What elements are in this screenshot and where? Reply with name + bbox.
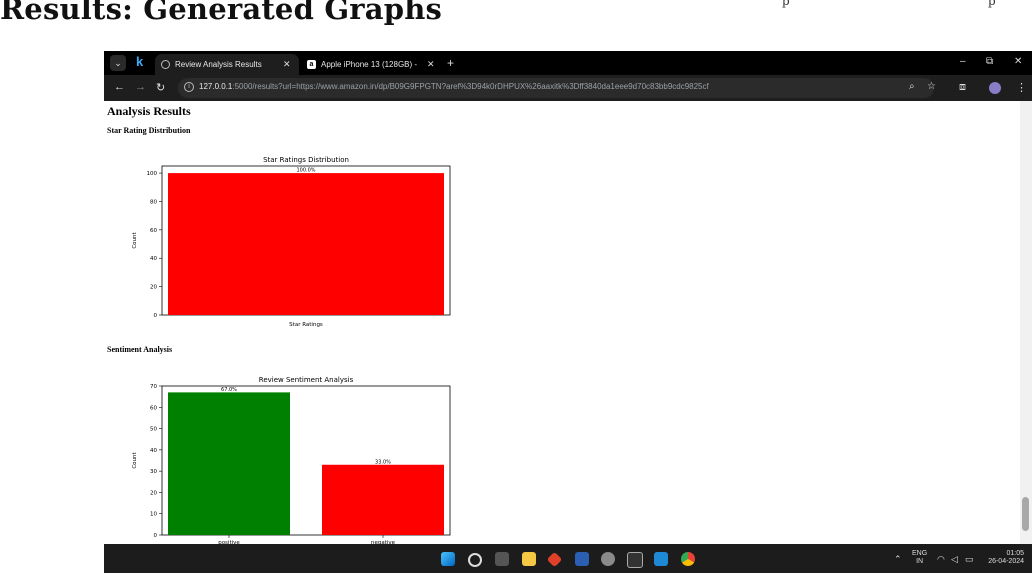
globe-icon <box>161 60 170 69</box>
extensions-icon[interactable]: ⧈ <box>959 81 966 94</box>
tab-amazon-product[interactable]: a Apple iPhone 13 (128GB) - Pinl ✕ <box>301 54 441 75</box>
new-tab-button[interactable]: + <box>447 55 454 71</box>
clock[interactable]: 01:05 26-04-2024 <box>984 550 1024 566</box>
sentiment-chart: Review Sentiment Analysis 0 10 20 30 40 50 60 70… <box>132 376 451 544</box>
slide-text-fragment: p <box>782 0 790 8</box>
tab-review-analysis[interactable]: Review Analysis Results ✕ <box>155 54 299 75</box>
browser-toolbar: ← → ↻ i 127.0.0.1:5000/results?url=https… <box>104 75 1032 101</box>
close-tab-icon[interactable]: ✕ <box>283 54 291 75</box>
word-icon[interactable] <box>575 552 589 566</box>
data-label: 100.0% <box>296 168 315 174</box>
menu-icon[interactable]: ⋮ <box>1016 81 1027 94</box>
y-tick-label: 0 <box>154 313 158 319</box>
y-tick-label: 20 <box>150 490 157 496</box>
slide-title: Results: Generated Graphs <box>0 0 443 26</box>
app-logo-icon: k <box>136 54 144 69</box>
language-indicator[interactable]: ENG IN <box>912 550 927 566</box>
restore-icon[interactable]: ⧉ <box>986 56 993 67</box>
close-window-icon[interactable]: ✕ <box>1014 56 1022 67</box>
browser-window: ⌄ k Review Analysis Results ✕ a Apple iP… <box>104 51 1032 573</box>
y-axis-label: Count <box>132 451 138 468</box>
y-tick-label: 30 <box>150 469 157 475</box>
volume-icon[interactable]: ◁ <box>951 554 958 565</box>
y-tick-label: 0 <box>154 533 158 539</box>
y-tick-label: 60 <box>150 228 157 234</box>
chart-title: Star Ratings Distribution <box>263 156 349 164</box>
chart-title: Review Sentiment Analysis <box>259 376 354 384</box>
address-bar[interactable]: i 127.0.0.1:5000/results?url=https://www… <box>178 78 936 98</box>
y-tick-label: 80 <box>150 199 157 205</box>
tab-bar: ⌄ k Review Analysis Results ✕ a Apple iP… <box>104 51 1032 75</box>
bar <box>322 464 444 535</box>
tab-search-icon[interactable]: ⌄ <box>110 55 126 71</box>
y-tick-label: 20 <box>150 285 157 291</box>
settings-gear-icon[interactable] <box>601 552 615 566</box>
windows-start-icon[interactable] <box>441 552 455 566</box>
close-tab-icon[interactable]: ✕ <box>427 54 435 75</box>
scroll-thumb[interactable] <box>1022 497 1029 531</box>
chrome-icon[interactable] <box>681 552 695 566</box>
vscode-icon[interactable] <box>654 552 668 566</box>
wifi-icon[interactable]: ◠ <box>937 554 945 565</box>
section-title-star-rating: Star Rating Distribution <box>107 126 191 135</box>
minimize-icon[interactable]: – <box>960 56 966 67</box>
vertical-scrollbar[interactable] <box>1020 101 1032 544</box>
bookmark-star-icon[interactable]: ☆ <box>927 81 936 92</box>
task-view-icon[interactable] <box>495 552 509 566</box>
site-info-icon[interactable]: i <box>184 82 194 92</box>
tab-label: Review Analysis Results <box>175 60 262 69</box>
zoom-icon[interactable]: ⌕ <box>909 81 915 92</box>
forward-icon[interactable]: → <box>135 81 146 93</box>
battery-icon[interactable]: ▭ <box>965 554 974 565</box>
y-tick-label: 60 <box>150 405 157 411</box>
bar <box>168 173 444 315</box>
y-tick-label: 40 <box>150 256 157 262</box>
data-label: 67.0% <box>221 387 237 393</box>
back-icon[interactable]: ← <box>114 81 125 93</box>
search-icon[interactable] <box>468 553 482 567</box>
tab-label: Apple iPhone 13 (128GB) - Pinl <box>321 60 419 69</box>
url-text: 127.0.0.1:5000/results?url=https://www.a… <box>199 82 709 91</box>
y-tick-label: 50 <box>150 427 157 433</box>
section-title-sentiment: Sentiment Analysis <box>107 345 173 354</box>
y-axis-label: Count <box>132 231 138 248</box>
data-label: 33.0% <box>375 459 391 465</box>
page-content: Analysis Results Star Rating Distributio… <box>104 101 1020 544</box>
x-axis-label: Star Ratings <box>289 322 323 328</box>
page-title: Analysis Results <box>107 104 191 118</box>
windows-taskbar: ⌃ ENG IN ◠ ◁ ▭ 01:05 26-04-2024 <box>104 544 1032 573</box>
y-tick-label: 100 <box>147 171 158 177</box>
profile-avatar[interactable] <box>989 82 1001 94</box>
amazon-icon: a <box>307 60 316 69</box>
terminal-icon[interactable] <box>627 552 643 568</box>
reload-icon[interactable]: ↻ <box>156 81 165 94</box>
slide-text-fragment: p <box>988 0 996 8</box>
y-tick-label: 70 <box>150 384 157 390</box>
chevron-up-icon[interactable]: ⌃ <box>894 554 902 565</box>
git-icon[interactable] <box>546 551 563 568</box>
bar <box>168 392 290 535</box>
y-tick-label: 40 <box>150 448 157 454</box>
file-explorer-icon[interactable] <box>522 552 536 566</box>
star-ratings-chart: Star Ratings Distribution 0 20 40 60 80 100 Cou… <box>132 156 451 328</box>
y-tick-label: 10 <box>150 512 157 518</box>
